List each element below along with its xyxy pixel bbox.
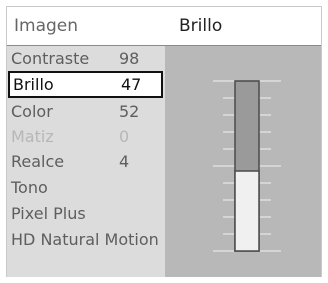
menu-item-label: Pixel Plus [11, 204, 86, 223]
menu-item-contraste[interactable]: Contraste 98 [7, 46, 165, 71]
submenu-title: Brillo [179, 16, 223, 36]
menu-item-color[interactable]: Color 52 [7, 99, 165, 124]
menu-item-label: Color [11, 102, 53, 121]
menu-title: Imagen [14, 16, 79, 36]
menu-item-value: 4 [119, 152, 130, 171]
menu-item-label: HD Natural Motion [11, 230, 159, 249]
settings-menu: Contraste 98 Brillo 47 Color 52 Matiz 0 … [7, 46, 165, 277]
menu-header: Imagen Brillo [7, 7, 321, 46]
menu-item-label: Realce [11, 152, 65, 171]
osd-menu-frame: Imagen Brillo Contraste 98 Brillo 47 Col… [6, 6, 322, 277]
menu-item-brillo[interactable]: Brillo 47 [8, 71, 163, 98]
menu-item-value: 47 [121, 75, 142, 94]
menu-item-value: 98 [119, 49, 140, 68]
menu-item-label: Contraste [11, 49, 90, 68]
menu-item-value: 52 [119, 102, 140, 121]
slider-fill [234, 170, 260, 252]
menu-item-pixel-plus[interactable]: Pixel Plus [7, 201, 165, 226]
menu-item-label: Matiz [11, 127, 54, 146]
menu-item-hd-natural-motion[interactable]: HD Natural Motion [7, 227, 165, 252]
menu-item-tono[interactable]: Tono [7, 175, 165, 200]
menu-item-label: Brillo [13, 75, 54, 94]
menu-item-label: Tono [11, 178, 48, 197]
menu-item-matiz: Matiz 0 [7, 124, 165, 149]
brightness-slider[interactable] [165, 46, 321, 277]
menu-item-realce[interactable]: Realce 4 [7, 149, 165, 174]
menu-item-value: 0 [119, 127, 130, 146]
value-panel [165, 46, 321, 277]
